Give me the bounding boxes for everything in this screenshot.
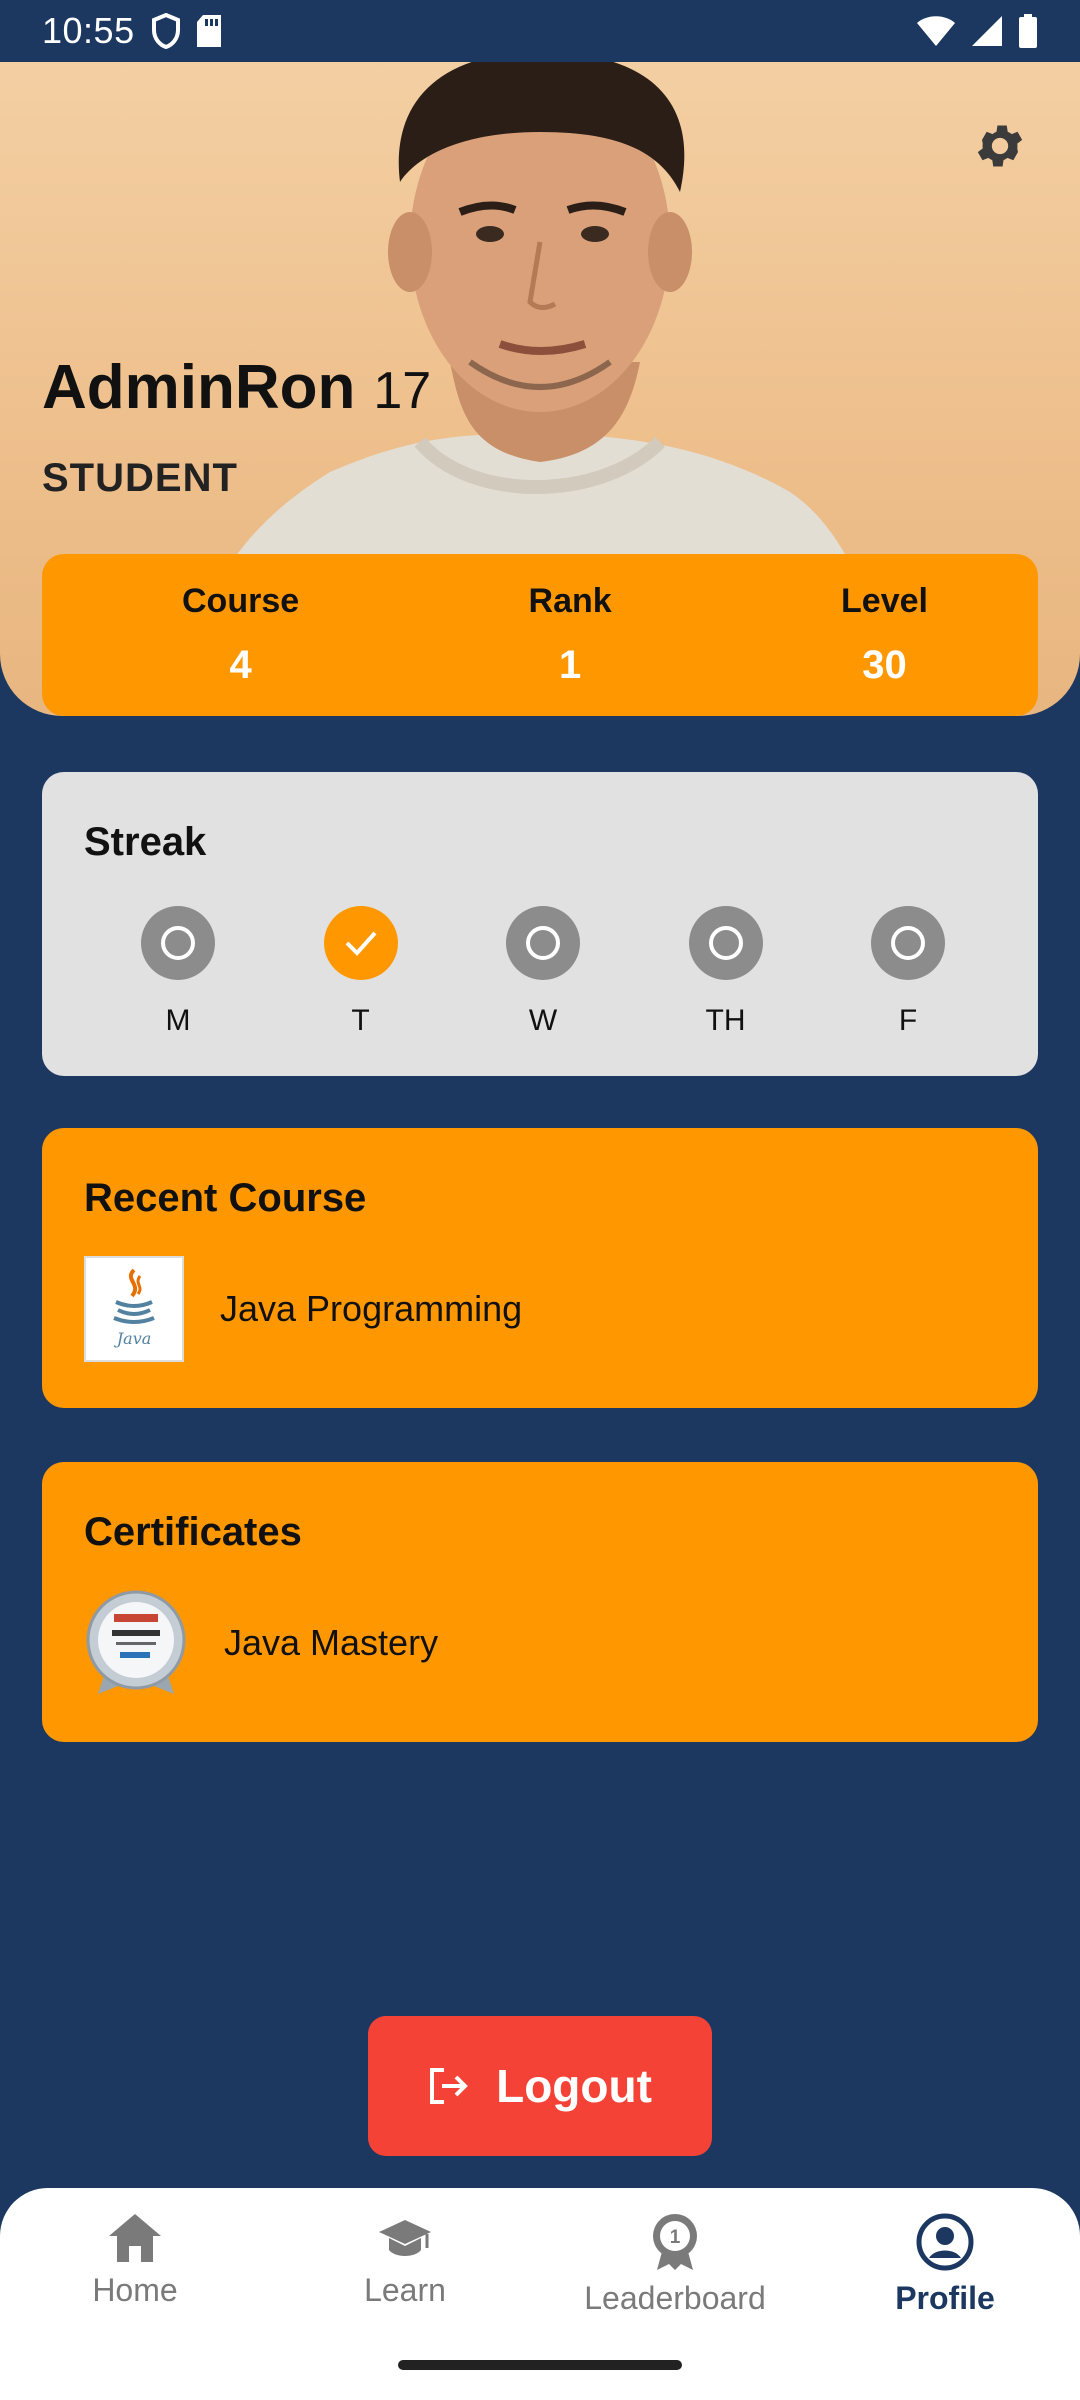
wifi-icon (917, 16, 955, 46)
streak-day-f: F (868, 906, 948, 1038)
home-indicator[interactable] (398, 2360, 682, 2370)
stats-card: Course 4 Rank 1 Level 30 (42, 554, 1038, 716)
nav-leaderboard[interactable]: 1 Leaderboard (545, 2212, 805, 2317)
nav-leaderboard-label: Leaderboard (584, 2280, 766, 2316)
profile-name: AdminRon (42, 353, 356, 422)
graduation-cap-icon (379, 2220, 431, 2256)
nav-profile-label: Profile (895, 2280, 995, 2316)
stat-course: Course 4 (182, 554, 299, 716)
battery-icon (1019, 14, 1037, 48)
stat-label: Course (182, 582, 300, 620)
recent-course-item[interactable]: Java Java Programming (84, 1256, 522, 1362)
streak-day-label: F (898, 1004, 918, 1037)
recent-course-title: Recent Course (84, 1176, 367, 1220)
stat-label: Rank (528, 582, 612, 620)
settings-gear-icon[interactable] (972, 118, 1028, 174)
medal-icon: 1 (653, 2214, 697, 2270)
logout-icon (430, 2068, 468, 2104)
home-icon (109, 2214, 161, 2262)
profile-name-row: AdminRon 17 (42, 352, 431, 423)
logout-button[interactable]: Logout (368, 2016, 712, 2156)
streak-days: M T W TH F (138, 906, 948, 1038)
streak-day-label: M (165, 1004, 191, 1037)
profile-icon (916, 2213, 974, 2271)
nav-home[interactable]: Home (5, 2212, 265, 2317)
streak-empty-circle-icon (871, 906, 945, 980)
streak-day-w: W (503, 906, 583, 1038)
certificate-name: Java Mastery (224, 1622, 439, 1663)
profile-age: 17 (373, 362, 432, 420)
profile-role: STUDENT (42, 456, 238, 500)
streak-day-label: T (351, 1004, 370, 1037)
streak-day-th: TH (686, 906, 766, 1038)
streak-empty-circle-icon (688, 906, 763, 980)
recent-course-name: Java Programming (220, 1288, 523, 1329)
streak-day-label: W (528, 1004, 558, 1037)
recent-course-card: Recent Course Java Java Programming (42, 1128, 1038, 1408)
streak-day-t: T (321, 906, 401, 1038)
certificates-title: Certificates (84, 1510, 302, 1554)
svg-text:1: 1 (670, 2227, 681, 2248)
stat-value: 30 (862, 643, 907, 687)
sd-card-icon (196, 15, 221, 47)
stat-rank: Rank 1 (529, 554, 612, 716)
streak-day-m: M (138, 906, 218, 1038)
logout-label: Logout (496, 2060, 652, 2112)
svg-text:Java: Java (114, 1329, 152, 1348)
stat-level: Level 30 (841, 554, 928, 716)
nav-profile[interactable]: Profile (815, 2212, 1075, 2317)
stat-value: 1 (558, 643, 582, 687)
certificate-badge-icon (84, 1590, 188, 1696)
stat-label: Level (841, 582, 928, 620)
status-time: 10:55 (42, 10, 135, 51)
java-logo-icon: Java (84, 1256, 184, 1362)
streak-title: Streak (84, 820, 207, 864)
shield-icon (151, 13, 180, 49)
streak-card: Streak M T W TH F (42, 772, 1038, 1076)
status-bar: 10:55 (0, 0, 1080, 62)
streak-check-icon (323, 906, 398, 980)
stat-value: 4 (229, 643, 252, 687)
nav-learn[interactable]: Learn (275, 2212, 535, 2317)
nav-home-label: Home (92, 2272, 178, 2308)
streak-day-label: TH (705, 1004, 746, 1037)
nav-learn-label: Learn (364, 2272, 446, 2308)
streak-empty-circle-icon (506, 906, 580, 980)
signal-icon (972, 16, 1002, 46)
certificate-item[interactable]: Java Mastery (84, 1590, 438, 1696)
certificates-card: Certificates Java Mastery (42, 1462, 1038, 1742)
streak-empty-circle-icon (141, 906, 215, 980)
